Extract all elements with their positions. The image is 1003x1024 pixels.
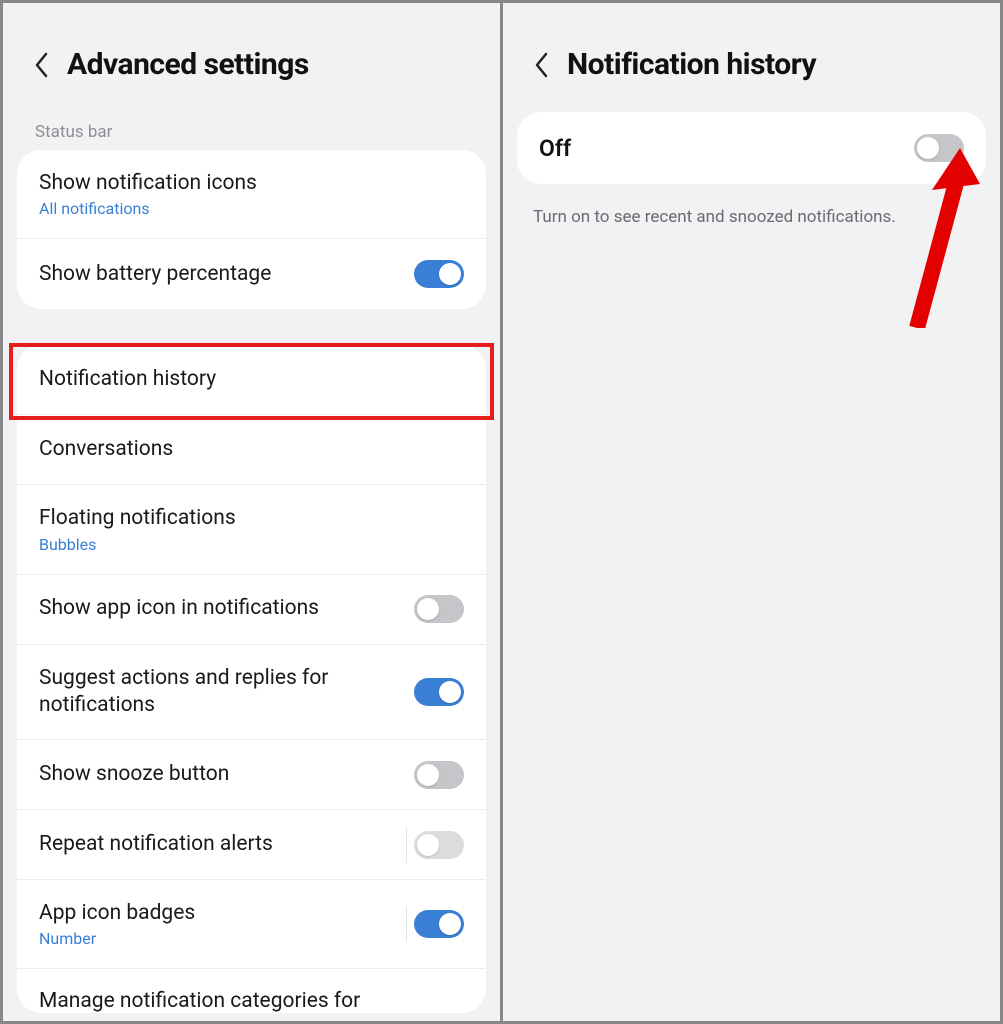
- row-sub: Number: [39, 929, 404, 948]
- second-card-wrap: Notification history Conversations Float…: [3, 345, 500, 1013]
- notification-history-screen: Notification history Off Turn on to see …: [503, 3, 1000, 1021]
- toggle-battery-percentage[interactable]: [414, 260, 464, 288]
- row-title: Notification history: [39, 366, 454, 393]
- toggle-repeat-alerts[interactable]: [414, 831, 464, 859]
- row-sub: All notifications: [39, 199, 454, 218]
- row-app-icon-badges[interactable]: App icon badges Number: [17, 880, 486, 969]
- back-icon[interactable]: [33, 51, 49, 79]
- toggle-notification-history[interactable]: [914, 134, 964, 162]
- row-title: App icon badges: [39, 900, 404, 927]
- page-title: Notification history: [567, 47, 816, 82]
- row-conversations[interactable]: Conversations: [17, 415, 486, 485]
- row-title: Show snooze button: [39, 761, 404, 788]
- header: Advanced settings: [3, 3, 500, 112]
- toggle-suggest-actions[interactable]: [414, 678, 464, 706]
- row-repeat-notification-alerts[interactable]: Repeat notification alerts: [17, 810, 486, 880]
- row-sub: Bubbles: [39, 535, 454, 554]
- row-cutoff[interactable]: Manage notification categories for: [17, 969, 486, 1013]
- notification-history-state-card: Off: [517, 112, 986, 184]
- description-text: Turn on to see recent and snoozed notifi…: [503, 184, 1000, 230]
- row-title: Suggest actions and replies for notifica…: [39, 665, 404, 720]
- back-icon[interactable]: [533, 51, 549, 79]
- row-title: Show battery percentage: [39, 261, 404, 288]
- advanced-settings-screen: Advanced settings Status bar Show notifi…: [3, 3, 503, 1021]
- row-title: Floating notifications: [39, 505, 454, 532]
- row-show-notification-icons[interactable]: Show notification icons All notification…: [17, 150, 486, 239]
- row-show-snooze-button[interactable]: Show snooze button: [17, 740, 486, 810]
- row-title: Repeat notification alerts: [39, 831, 404, 858]
- row-show-app-icon-in-notifications[interactable]: Show app icon in notifications: [17, 575, 486, 645]
- row-title: Show notification icons: [39, 170, 454, 197]
- notifications-card: Notification history Conversations Float…: [17, 345, 486, 1013]
- state-label: Off: [539, 135, 571, 162]
- row-title: Conversations: [39, 436, 454, 463]
- status-bar-card: Show notification icons All notification…: [17, 150, 486, 309]
- section-label-status-bar: Status bar: [3, 112, 500, 150]
- row-floating-notifications[interactable]: Floating notifications Bubbles: [17, 485, 486, 574]
- row-notification-history[interactable]: Notification history: [17, 345, 486, 415]
- row-title: Show app icon in notifications: [39, 595, 404, 622]
- header: Notification history: [503, 3, 1000, 112]
- toggle-snooze-button[interactable]: [414, 761, 464, 789]
- toggle-app-icon-badges[interactable]: [414, 910, 464, 938]
- page-title: Advanced settings: [67, 47, 309, 82]
- toggle-app-icon-in-notifications[interactable]: [414, 595, 464, 623]
- row-suggest-actions-replies[interactable]: Suggest actions and replies for notifica…: [17, 645, 486, 741]
- row-show-battery-percentage[interactable]: Show battery percentage: [17, 239, 486, 309]
